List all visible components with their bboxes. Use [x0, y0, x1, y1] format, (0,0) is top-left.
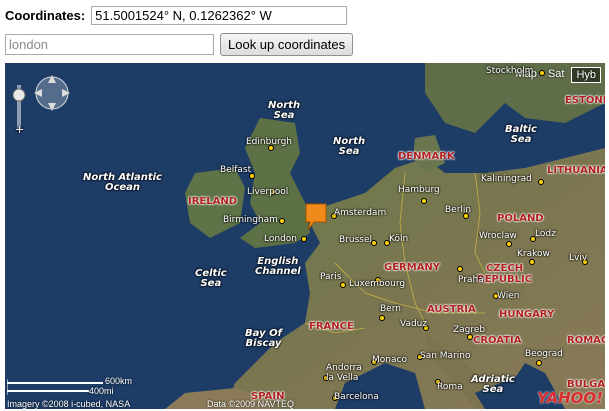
city-label: Belfast	[220, 165, 252, 175]
city-label: Bern	[380, 304, 401, 314]
coordinates-label: Coordinates:	[5, 7, 86, 23]
city-dot	[301, 236, 307, 242]
country-label: ROMAG	[567, 335, 605, 346]
city-label: Paris	[320, 272, 342, 282]
city-label: Kaliningrad	[481, 174, 532, 184]
country-label: HUNGARY	[499, 309, 555, 320]
city-dot	[457, 266, 463, 272]
data-credit: Data ©2009 NAVTEQ	[207, 399, 295, 409]
search-input[interactable]	[5, 33, 214, 55]
yahoo-logo[interactable]: YAHOO!	[537, 389, 603, 407]
country-label: IRELAND	[188, 196, 238, 207]
city-label: San Marino	[420, 351, 471, 361]
city-label: Zagreb	[453, 325, 486, 335]
imagery-credit: Imagery ©2008 i-cubed, NASA	[7, 399, 131, 409]
city-label: Wien	[497, 291, 520, 301]
zoom-in-button[interactable]: +	[15, 123, 24, 136]
city-label: Wroclaw	[479, 231, 517, 241]
city-label: London	[264, 234, 297, 244]
sea-label: North Sea	[268, 100, 301, 121]
city-label: Birmingham	[223, 215, 278, 225]
city-dot	[539, 70, 545, 76]
city-dot	[529, 259, 535, 265]
city-label: Stockholm	[486, 66, 534, 76]
coordinates-field[interactable]	[91, 5, 348, 25]
country-label: ESTONI	[565, 95, 605, 106]
city-dot	[340, 282, 346, 288]
city-dot	[421, 198, 427, 204]
city-label: Andorra la Vella	[326, 363, 362, 383]
country-label: POLAND	[497, 213, 544, 224]
country-label: LITHUANIA	[547, 165, 605, 176]
city-dot	[538, 179, 544, 185]
search-row: Look up coordinates	[5, 32, 354, 56]
country-label: GERMANY	[384, 262, 441, 273]
zoom-slider-handle	[12, 88, 26, 102]
scale-mi-label: 400mi	[89, 386, 114, 396]
city-label: Vaduz	[400, 319, 428, 329]
city-dot	[536, 360, 542, 366]
city-label: Amsterdam	[334, 208, 387, 218]
map-view[interactable]: + Map Sat Hyb North Sea North Sea Baltic…	[5, 63, 605, 409]
map-type-sat-button[interactable]: Sat	[544, 67, 569, 83]
city-label: Berlin	[445, 205, 472, 215]
city-label: Liverpool	[247, 187, 289, 197]
city-label: Edinburgh	[246, 137, 292, 147]
city-label: Lodz	[535, 229, 556, 239]
scale-km-label: 600km	[105, 376, 133, 386]
city-label: Praha	[458, 275, 484, 285]
sea-label: Baltic Sea	[505, 124, 537, 145]
city-label: Brussel	[339, 235, 372, 245]
city-label: Beograd	[525, 349, 563, 359]
city-label: Roma	[437, 382, 463, 392]
country-label: FRANCE	[309, 321, 354, 332]
lookup-coordinates-button[interactable]: Look up coordinates	[220, 32, 354, 56]
city-dot	[506, 241, 512, 247]
sea-label: Bay Of Biscay	[245, 328, 282, 349]
city-dot	[379, 315, 385, 321]
sea-label: Celtic Sea	[195, 268, 227, 289]
country-label: CZECH REPUBLIC	[477, 263, 533, 285]
country-label: AUSTRIA	[427, 304, 476, 315]
city-label: Luxembourg	[349, 279, 406, 289]
sea-label: Adriatic Sea	[471, 374, 515, 395]
country-label: CROATIA	[473, 335, 522, 346]
sea-label: North Sea	[333, 136, 366, 157]
map-type-hyb-button[interactable]: Hyb	[571, 67, 601, 83]
city-label: Lviv	[569, 253, 588, 263]
city-dot	[279, 218, 285, 224]
coordinates-row: Coordinates:	[5, 4, 348, 26]
city-label: Krakow	[517, 249, 550, 259]
location-marker-icon[interactable]	[304, 202, 328, 232]
city-label: Köln	[389, 234, 409, 244]
city-label: Barcelona	[334, 392, 379, 402]
city-label: Monaco	[372, 355, 407, 365]
city-label: Hamburg	[398, 185, 440, 195]
country-label: DENMARK	[398, 151, 455, 162]
sea-label: English Channel	[255, 256, 301, 277]
sea-label: North Atlantic Ocean	[83, 172, 162, 193]
